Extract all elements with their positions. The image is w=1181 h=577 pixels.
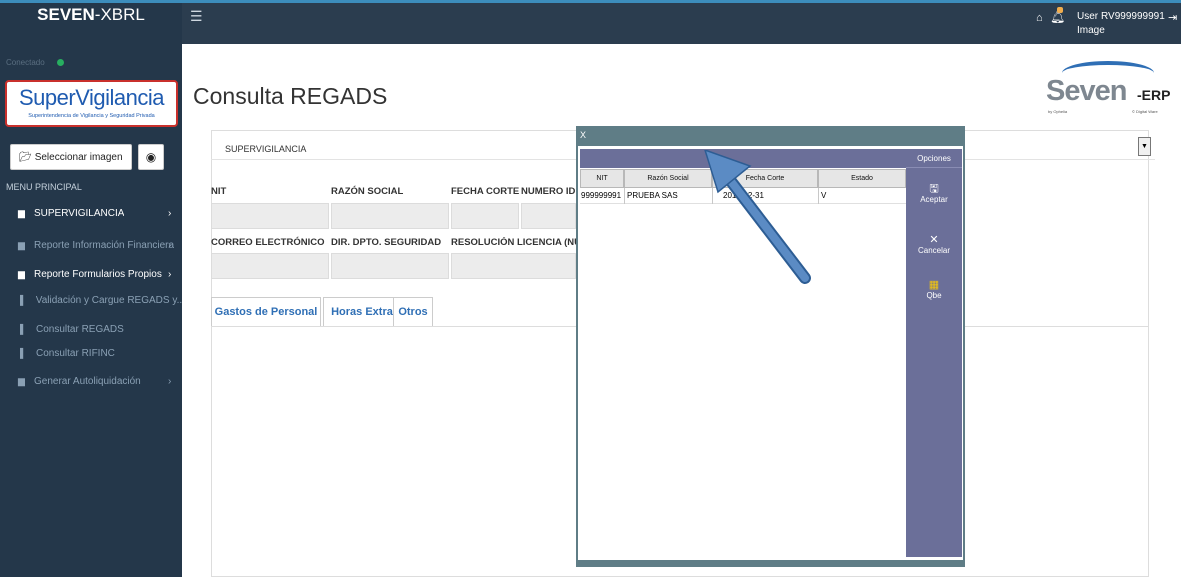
close-icon: ✕ [929, 234, 939, 246]
label-nit: NIT [211, 186, 227, 197]
chevron-right-icon: › [168, 239, 172, 251]
folder-icon: ▆ [18, 239, 25, 250]
sidebar-item-label: Reporte Formularios Propios [34, 268, 162, 280]
options-title: Opciones [906, 149, 962, 168]
label-resolucion: RESOLUCIÓN LICENCIA (NÚMI [451, 237, 576, 248]
cancelar-button[interactable]: ✕ Cancelar [906, 234, 962, 255]
supervigilancia-logo: SuperVigilancia Superintendencia de Vigi… [5, 80, 178, 127]
target-icon[interactable]: ◉ [138, 144, 164, 170]
tab-gastos-personal[interactable]: Gastos de Personal [211, 297, 321, 326]
aceptar-label: Aceptar [920, 195, 948, 204]
tab-otros[interactable]: Otros [393, 297, 433, 326]
sidebar-item-label: SUPERVIGILANCIA [34, 207, 125, 219]
sidebar-item-label: Validación y Cargue REGADS y... [35, 294, 182, 306]
tab-horas-extra[interactable]: Horas Extra [323, 297, 401, 326]
col-header-nit[interactable]: NIT [580, 169, 624, 188]
correo-field[interactable] [211, 253, 329, 279]
options-panel: Opciones 🖫︎ Aceptar ✕ Cancelar ▦ Qbe [906, 149, 962, 557]
user-id[interactable]: RV999999991 [1101, 11, 1165, 22]
logo-company: © Digital Ware [1132, 109, 1158, 114]
dialog-footer [578, 560, 963, 565]
aceptar-button[interactable]: 🖫︎ Aceptar [906, 183, 962, 204]
dialog-close-icon[interactable]: X [578, 128, 963, 146]
dir-seguridad-field[interactable] [331, 253, 449, 279]
annotation-arrow-icon [704, 150, 811, 284]
sidebar-item-1[interactable]: ▆ Reporte Información Financiera › [0, 234, 182, 256]
select-image-button[interactable]: 📂︎ Seleccionar imagen [10, 144, 132, 170]
menu-header: MENU PRINCIPAL [6, 182, 82, 192]
sidebar-item-4[interactable]: ▌ Consultar REGADS [0, 318, 182, 340]
sidebar-item-5[interactable]: ▌ Consultar RIFINC [0, 342, 182, 364]
logo-text: SuperVigilancia [19, 85, 164, 110]
hamburger-icon[interactable]: ☰ [190, 8, 203, 25]
sidebar-item-3[interactable]: ▌ Validación y Cargue REGADS y... [0, 289, 182, 311]
cell-estado: V [819, 188, 906, 204]
folder-icon: ▆ [18, 375, 25, 386]
online-dot-icon [57, 59, 64, 66]
sidebar-item-2[interactable]: ▆ Reporte Formularios Propios › [0, 263, 182, 285]
user-label: User [1077, 11, 1099, 22]
cell-razon-social: PRUEBA SAS [625, 188, 712, 204]
logo-subtext: Superintendencia de Vigilancia y Segurid… [28, 113, 155, 119]
numero-ide-field[interactable] [521, 203, 576, 229]
label-razon-social: RAZÓN SOCIAL [331, 186, 404, 197]
chevron-right-icon: › [168, 207, 172, 219]
logo-suffix: -ERP [1137, 87, 1171, 103]
razon-social-field[interactable] [331, 203, 449, 229]
app-brand[interactable]: SEVEN-XBRL [0, 3, 182, 44]
image-label: Image [1077, 25, 1105, 36]
save-icon: 🖫︎ [929, 183, 939, 195]
cell-nit: 999999991 [580, 188, 624, 204]
brand-light: -XBRL [94, 5, 145, 24]
home-icon[interactable]: ⌂ [1036, 12, 1043, 24]
query-icon: ▦ [928, 279, 940, 291]
qbe-button[interactable]: ▦ Qbe [906, 279, 962, 300]
sidebar-item-0[interactable]: ▆ SUPERVIGILANCIA › [0, 202, 182, 224]
seven-erp-logo: Seven -ERP by Ophelia © Digital Ware [1042, 55, 1172, 121]
app-window: SEVEN-XBRL ☰ ⌂ 🔔︎ User RV999999991 Image… [0, 0, 1181, 577]
select-image-label: Seleccionar imagen [34, 151, 123, 163]
logo-word: Seven [1046, 75, 1127, 107]
folder-icon: ▆ [18, 207, 25, 218]
sidebar-item-6[interactable]: ▆ Generar Autoliquidación › [0, 370, 182, 392]
sidebar-item-label: Reporte Información Financiera [34, 239, 175, 251]
sidebar: Conectado SuperVigilancia Superintendenc… [0, 44, 182, 577]
label-dir-seguridad: DIR. DPTO. SEGURIDAD [331, 237, 442, 248]
logout-icon[interactable]: ⇥ [1168, 11, 1177, 24]
sidebar-item-label: Consultar RIFINC [36, 347, 115, 359]
label-fecha-corte: FECHA CORTE [451, 186, 520, 197]
brand-bold: SEVEN [37, 5, 95, 24]
logo-by: by Ophelia [1048, 109, 1068, 114]
fecha-corte-field[interactable] [451, 203, 519, 229]
resolucion-field[interactable] [451, 253, 576, 279]
top-bar: SEVEN-XBRL ☰ ⌂ 🔔︎ User RV999999991 Image… [0, 0, 1181, 44]
sidebar-item-label: Generar Autoliquidación [34, 375, 141, 387]
col-header-estado[interactable]: Estado [818, 169, 906, 188]
chevron-down-icon[interactable]: ▼ [1138, 137, 1151, 156]
file-icon: ▌ [20, 348, 27, 358]
cancelar-label: Cancelar [917, 246, 950, 255]
file-icon: ▌ [20, 295, 27, 305]
page-title: Consulta REGADS [193, 83, 388, 109]
folder-icon: ▆ [18, 268, 25, 279]
folder-open-icon: 📂︎ [19, 151, 32, 163]
notification-badge [1057, 7, 1063, 13]
nit-field[interactable] [211, 203, 329, 229]
label-correo: CORREO ELECTRÓNICO [211, 237, 325, 248]
online-status: Conectado [6, 58, 45, 67]
file-icon: ▌ [20, 324, 27, 334]
chevron-right-icon: › [168, 268, 172, 280]
qbe-label: Qbe [926, 291, 942, 300]
sidebar-item-label: Consultar REGADS [36, 323, 124, 335]
chevron-right-icon: › [168, 375, 172, 387]
col-header-razon-social[interactable]: Razón Social [624, 169, 712, 188]
label-numero-ide: NUMERO IDE [521, 186, 582, 197]
